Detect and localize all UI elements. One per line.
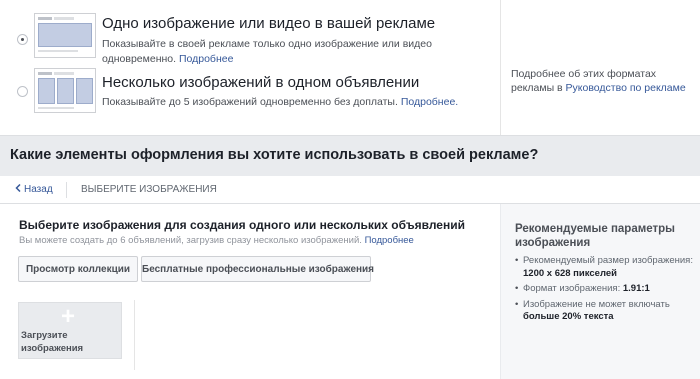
nav-divider — [66, 182, 67, 198]
format-title-single-image: Одно изображение или видео в вашей рекла… — [102, 15, 436, 32]
plus-icon: + — [61, 303, 76, 330]
image-selection-panel: Выберите изображения для создания одного… — [0, 204, 500, 379]
back-label: Назад — [24, 184, 53, 195]
recommendation-item: Изображение не может включатьбольше 20% … — [515, 299, 695, 324]
format-desc-text: Показывайте в своей рекламе только одно … — [102, 38, 432, 65]
radio-carousel[interactable] — [17, 86, 28, 97]
upload-images-label: Загрузите изображения — [21, 330, 84, 354]
browse-library-button[interactable]: Просмотр коллекции — [18, 256, 138, 282]
ads-guide-link[interactable]: Руководство по рекламе — [566, 82, 686, 94]
recommendations-panel: Рекомендуемые параметры изображения Реко… — [501, 204, 700, 379]
subtitle-text: Вы можете создать до 6 объявлений, загру… — [19, 235, 362, 246]
recommendation-item: Рекомендуемый размер изображения:1200 x … — [515, 255, 695, 280]
upload-images-tile[interactable]: + Загрузите изображения — [18, 302, 122, 359]
column-divider — [500, 0, 501, 135]
rec-text-value: больше 20% текста — [523, 311, 614, 322]
back-button[interactable]: Назад — [15, 183, 53, 195]
radio-single-image[interactable] — [17, 34, 28, 45]
upload-divider — [134, 300, 135, 370]
rec-size-label: Рекомендуемый размер изображения: — [523, 255, 693, 266]
image-selection-title: Выберите изображения для создания одного… — [19, 218, 465, 232]
rec-size-value: 1200 x 628 пикселей — [523, 267, 617, 279]
format-option-single-image[interactable]: Одно изображение или видео в вашей рекла… — [0, 0, 500, 66]
format-option-carousel[interactable]: Несколько изображений в одном объявлении… — [0, 66, 500, 135]
recommendations-title: Рекомендуемые параметры изображения — [515, 223, 675, 249]
format-desc-text: Показывайте до 5 изображений одновременн… — [102, 96, 398, 108]
navigation-bar: Назад ВЫБЕРИТЕ ИЗОБРАЖЕНИЯ — [0, 176, 700, 204]
section-heading: Какие элементы оформления вы хотите испо… — [10, 147, 539, 163]
ad-format-panel: Одно изображение или видео в вашей рекла… — [0, 0, 700, 136]
learn-more-link[interactable]: Подробнее. — [401, 96, 458, 108]
learn-more-link[interactable]: Подробнее — [365, 235, 414, 246]
recommendations-list: Рекомендуемый размер изображения:1200 x … — [515, 255, 695, 327]
format-title-carousel: Несколько изображений в одном объявлении — [102, 74, 420, 91]
free-stock-images-button[interactable]: Бесплатные профессиональные изображения — [141, 256, 374, 282]
format-help-text: Подробнее об этих форматах рекламы в Рук… — [511, 67, 691, 95]
recommendation-item: Формат изображения: 1.91:1 — [515, 283, 695, 296]
learn-more-link[interactable]: Подробнее — [179, 53, 233, 65]
format-description-single-image: Показывайте в своей рекламе только одно … — [102, 37, 497, 67]
single-image-ad-thumbnail-icon — [34, 13, 96, 58]
ad-creative-page: Одно изображение или видео в вашей рекла… — [0, 0, 700, 379]
breadcrumb: ВЫБЕРИТЕ ИЗОБРАЖЕНИЯ — [81, 184, 217, 195]
chevron-left-icon — [15, 183, 21, 193]
format-description-carousel: Показывайте до 5 изображений одновременн… — [102, 95, 497, 110]
image-selection-subtitle: Вы можете создать до 6 объявлений, загру… — [19, 235, 414, 246]
rec-ratio-label: Формат изображения: — [523, 283, 621, 294]
rec-ratio-value: 1.91:1 — [622, 283, 650, 294]
rec-text-label: Изображение не может включать — [523, 298, 670, 310]
carousel-ad-thumbnail-icon — [34, 68, 96, 113]
